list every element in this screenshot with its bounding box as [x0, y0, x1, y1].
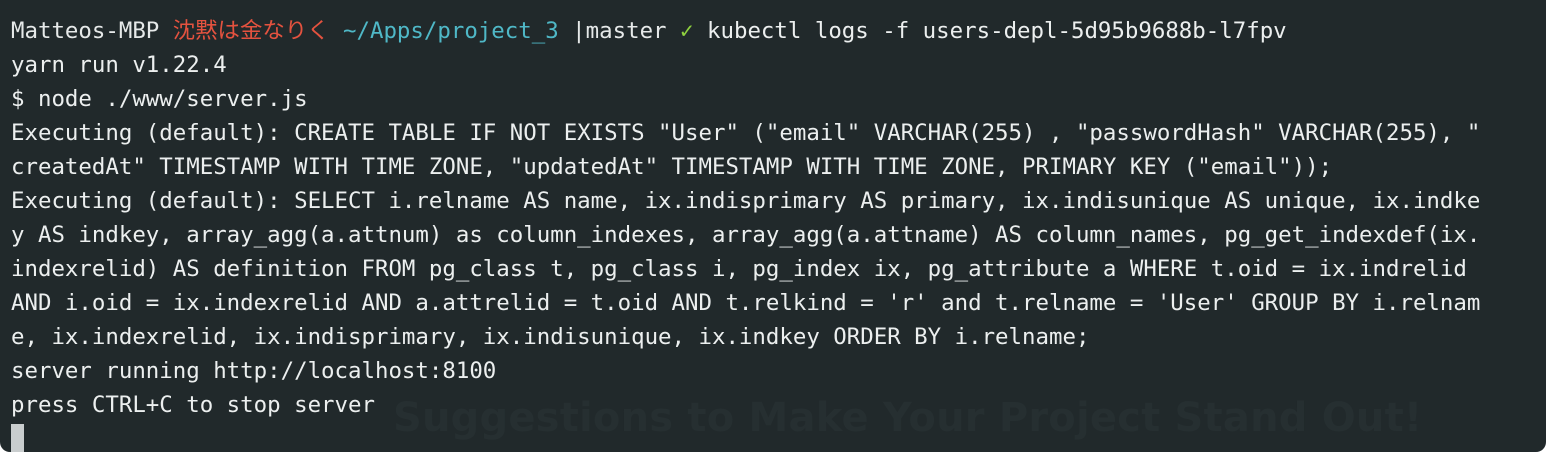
output-line: server running http://localhost:8100: [11, 358, 497, 384]
output-line: AND i.oid = ix.indexrelid AND a.attrelid…: [11, 290, 1481, 316]
output-line: Executing (default): SELECT i.relname AS…: [11, 188, 1481, 214]
output-line: $ node ./www/server.js: [11, 86, 308, 112]
output-line: press CTRL+C to stop server: [11, 392, 375, 418]
prompt-path: ~/Apps/project_3: [343, 18, 559, 44]
cursor-line[interactable]: [11, 422, 1546, 452]
output-line: e, ix.indexrelid, ix.indisprimary, ix.in…: [11, 324, 1090, 350]
prompt-host: Matteos-MBP: [11, 18, 160, 44]
output-line: Executing (default): CREATE TABLE IF NOT…: [11, 120, 1481, 146]
prompt-line: Matteos-MBP 沈黙は金なりく ~/Apps/project_3 |ma…: [11, 14, 1546, 48]
output-line: indexrelid) AS definition FROM pg_class …: [11, 256, 1467, 282]
prompt-theme-text: 沈黙は金なりく: [172, 18, 330, 44]
text-cursor[interactable]: [11, 424, 24, 452]
prompt-command: kubectl logs -f users-depl-5d95b9688b-l7…: [707, 18, 1287, 44]
terminal-window[interactable]: Suggestions to Make Your Project Stand O…: [0, 0, 1546, 452]
output-line: createdAt" TIMESTAMP WITH TIME ZONE, "up…: [11, 154, 1333, 180]
output-line: y AS indkey, array_agg(a.attnum) as colu…: [11, 222, 1481, 248]
prompt-git-branch: |master: [572, 18, 667, 44]
output-line: yarn run v1.22.4: [11, 52, 227, 78]
check-icon: ✓: [680, 18, 694, 44]
